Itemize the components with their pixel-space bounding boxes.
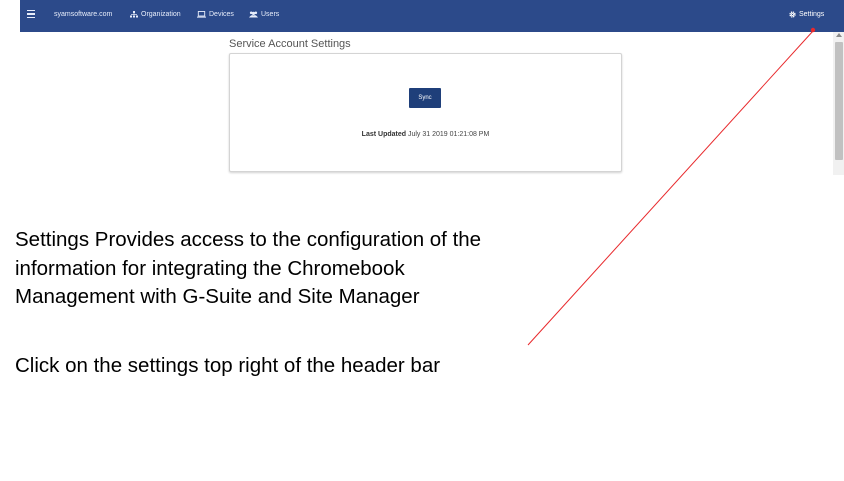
annotation-line: Management with G-Suite and Site Manager bbox=[15, 285, 420, 308]
nav-devices-label: Devices bbox=[209, 11, 234, 18]
laptop-icon bbox=[197, 11, 206, 18]
nav-users[interactable]: Users bbox=[249, 11, 279, 18]
scrollbar-thumb[interactable] bbox=[835, 42, 843, 160]
brand-label: syamsoftware.com bbox=[54, 11, 113, 18]
annotation-instruction: Click on the settings top right of the h… bbox=[15, 354, 441, 377]
nav-organization-label: Organization bbox=[141, 11, 181, 18]
last-updated-label: Last Updated bbox=[361, 131, 407, 138]
annotation-description: Settings Provides access to the configur… bbox=[15, 226, 481, 312]
gear-icon bbox=[789, 11, 796, 18]
annotation-line: information for integrating the Chromebo… bbox=[15, 256, 405, 280]
settings-label: Settings bbox=[799, 11, 825, 18]
sitemap-icon bbox=[130, 11, 138, 18]
annotation-line: Settings Provides access to the configur… bbox=[15, 228, 482, 251]
last-updated-status: Last Updated July 31 2019 01:21:08 PM bbox=[230, 131, 621, 138]
nav-organization[interactable]: Organization bbox=[130, 11, 181, 18]
last-updated-value: July 31 2019 01:21:08 PM bbox=[407, 131, 490, 138]
sync-button[interactable]: Sync bbox=[409, 88, 441, 108]
header-bar: syamsoftware.com Organization Devices Us… bbox=[20, 0, 844, 32]
brand-link[interactable]: syamsoftware.com bbox=[54, 11, 112, 18]
users-icon bbox=[249, 11, 258, 18]
page-title: Service Account Settings bbox=[229, 38, 351, 50]
scroll-up-arrow-icon[interactable] bbox=[836, 33, 842, 37]
hamburger-menu-icon[interactable] bbox=[27, 10, 35, 19]
service-account-card: Sync Last Updated July 31 2019 01:21:08 … bbox=[229, 53, 622, 172]
nav-users-label: Users bbox=[261, 11, 280, 18]
settings-link[interactable]: Settings bbox=[789, 11, 824, 18]
nav-devices[interactable]: Devices bbox=[197, 11, 234, 18]
